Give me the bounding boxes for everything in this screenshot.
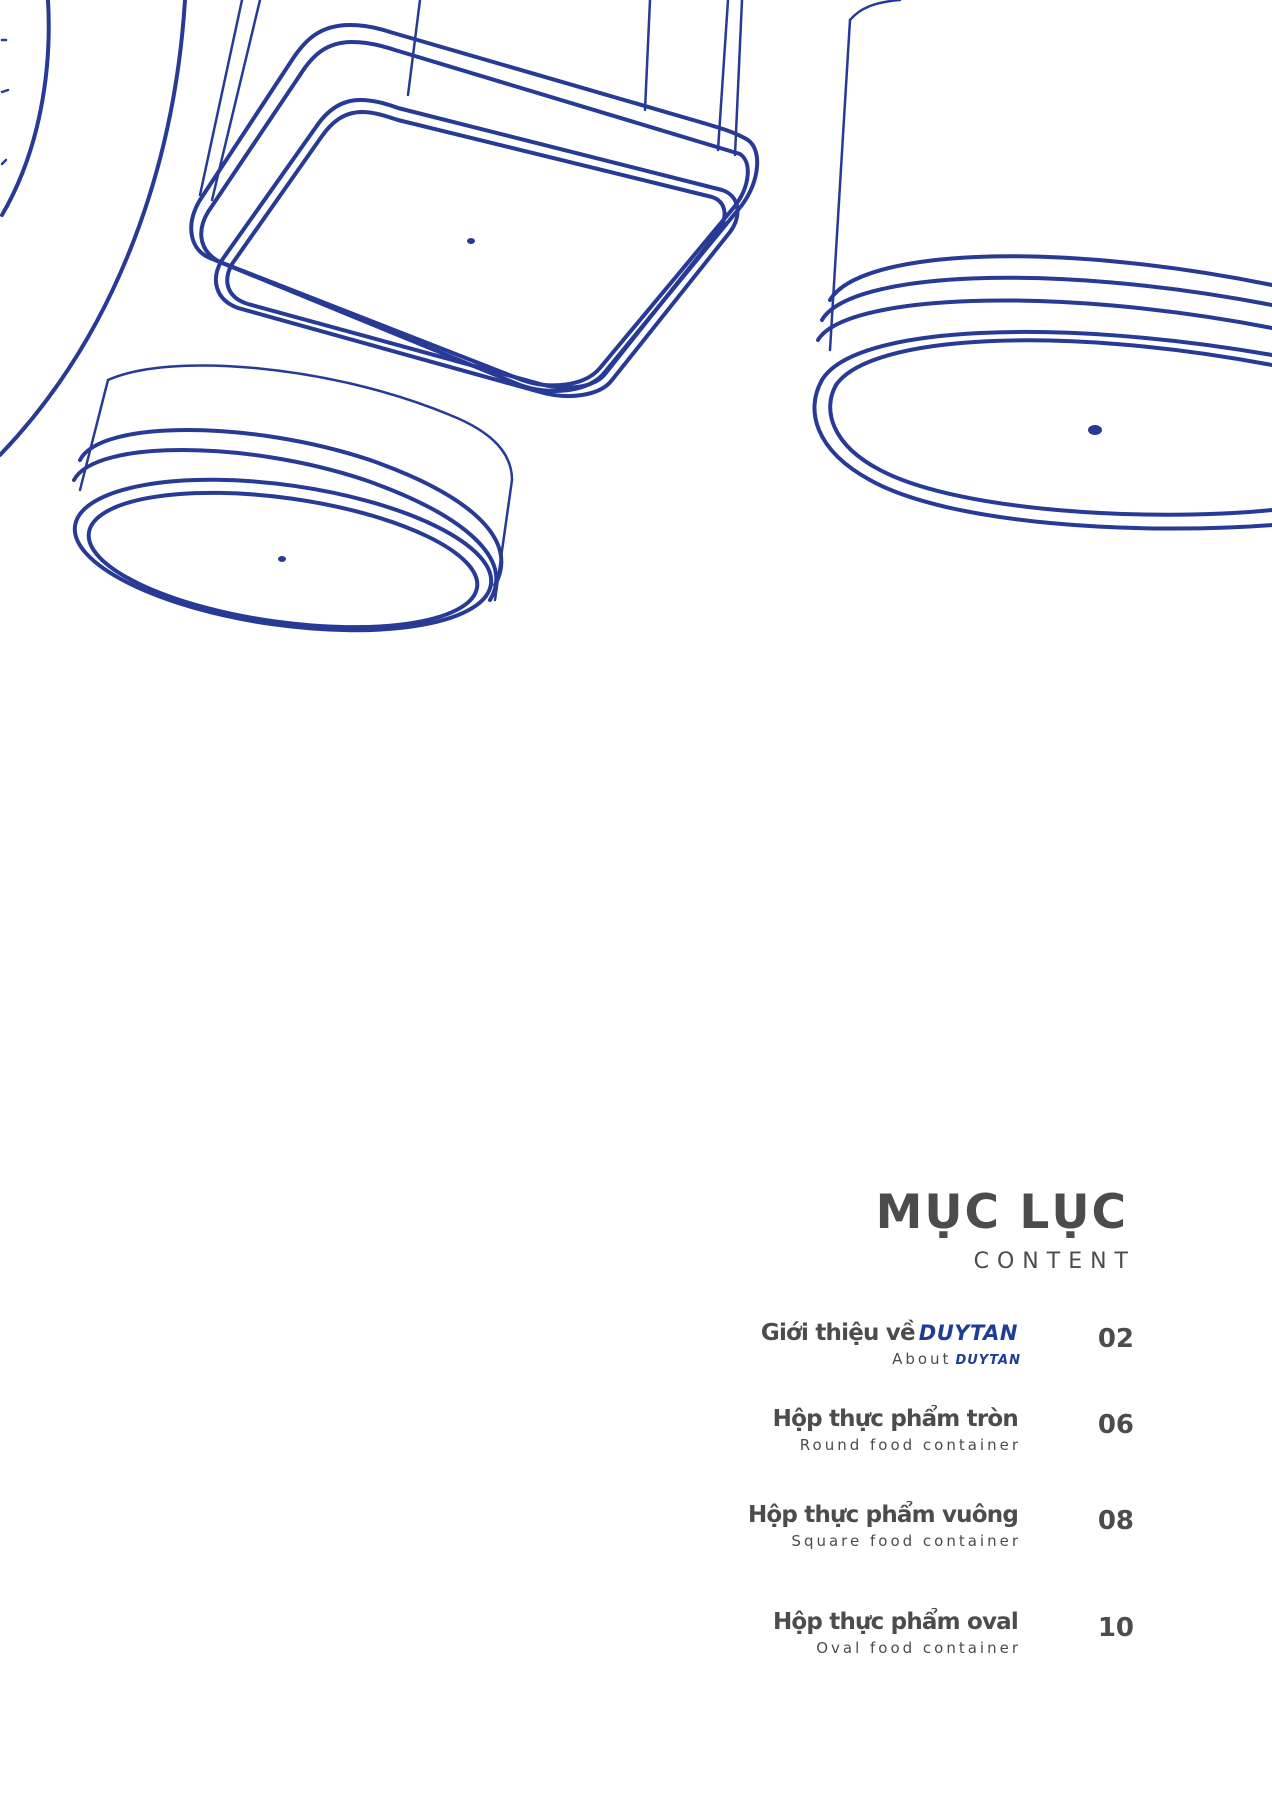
duytan-logo-text: DUYTAN — [918, 1321, 1018, 1345]
toc-entry-title: Hộp thực phẩm tròn — [772, 1406, 1019, 1432]
toc-entry-text: Hộp thực phẩm oval Oval food container — [772, 1607, 1021, 1659]
toc-entry-text: Hộp thực phẩm vuông Square food containe… — [747, 1500, 1021, 1552]
toc-entry-text: Hộp thực phẩm tròn Round food container — [772, 1404, 1021, 1456]
page-subtitle: CONTENT — [973, 1249, 1136, 1274]
toc-entry-title-text: Giới thiệu về — [760, 1320, 916, 1346]
toc-entry-page-number: 06 — [1097, 1410, 1134, 1440]
toc-entry-subtitle: About DUYTAN — [761, 1348, 1021, 1372]
toc-entry-subtitle: Round food container — [799, 1436, 1021, 1454]
page-title: MỤC LỤC — [875, 1185, 1128, 1240]
toc-entry-title: Hộp thực phẩm vuông — [747, 1502, 1019, 1528]
toc-entry-title: Hộp thực phẩm oval — [772, 1609, 1019, 1635]
toc-entry-page-number: 02 — [1097, 1324, 1134, 1354]
toc-entry-page-number: 10 — [1097, 1613, 1134, 1643]
toc-entry-subtitle-text: About — [892, 1350, 952, 1368]
toc-entry-oval-container[interactable]: Hộp thực phẩm oval Oval food container 1… — [760, 1607, 1140, 1677]
food-containers-illustration — [0, 0, 1272, 633]
round-container-small-drawing — [72, 364, 514, 633]
duytan-logo-small-text: DUYTAN — [955, 1353, 1021, 1368]
toc-entry-subtitle: Square food container — [791, 1532, 1021, 1550]
toc-entry-page-number: 08 — [1097, 1506, 1134, 1536]
left-container-arcs — [0, 0, 187, 457]
square-container-drawing — [189, 0, 760, 398]
toc-entry-about[interactable]: Giới thiệu về DUYTAN About DUYTAN 02 — [760, 1318, 1140, 1388]
toc-entry-round-container[interactable]: Hộp thực phẩm tròn Round food container … — [760, 1404, 1140, 1474]
toc-entry-text: Giới thiệu về DUYTAN About DUYTAN — [761, 1318, 1021, 1372]
toc-entry-title: Giới thiệu về DUYTAN — [761, 1318, 1018, 1348]
contents-heading: MỤC LỤC CONTENT — [876, 1185, 1128, 1274]
toc-entry-square-container[interactable]: Hộp thực phẩm vuông Square food containe… — [748, 1500, 1140, 1570]
round-container-large-drawing — [812, 0, 1272, 531]
toc-entry-subtitle: Oval food container — [816, 1639, 1021, 1657]
